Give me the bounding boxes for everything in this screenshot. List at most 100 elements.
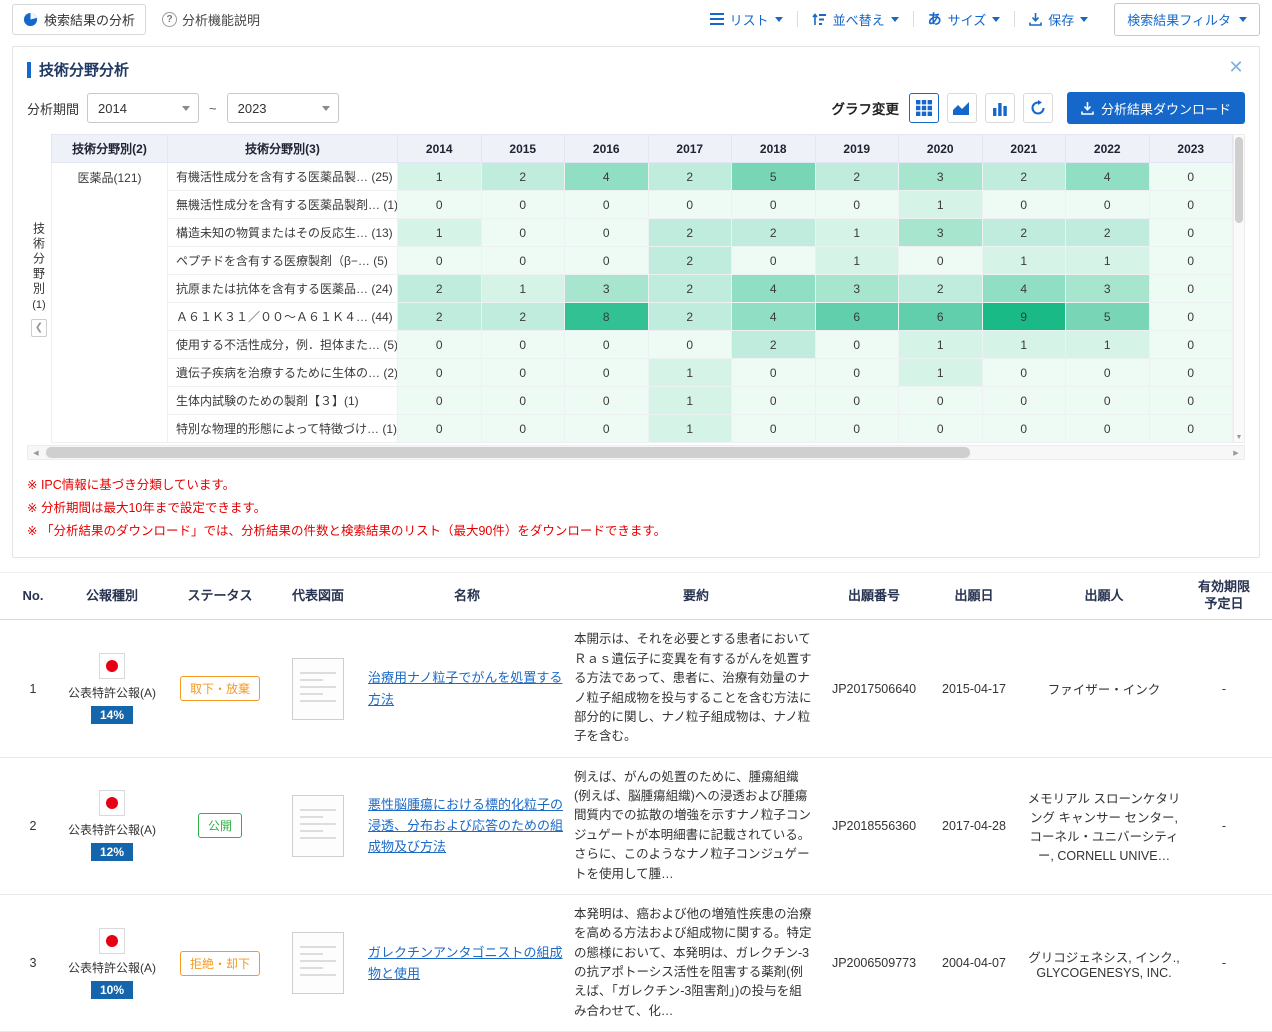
heatmap-value-cell: 2 [398, 303, 482, 331]
heatmap-value-cell: 6 [899, 303, 983, 331]
heatmap-value-cell: 0 [815, 191, 899, 219]
heatmap-row-label: ペプチドを含有する医療製剤（β−… (5) [168, 247, 398, 275]
japan-flag-icon [99, 653, 125, 679]
heatmap-col2-header: 技術分野別(2) [52, 135, 168, 163]
results-filter-button[interactable]: 検索結果フィルタ [1114, 3, 1260, 36]
heatmap-value-cell: 0 [398, 359, 482, 387]
thumbnail-line [300, 693, 323, 695]
heatmap-value-cell: 3 [815, 275, 899, 303]
sort-menu[interactable]: 並べ替え [798, 10, 913, 29]
analysis-download-button[interactable]: 分析結果ダウンロード [1067, 92, 1245, 124]
grid-icon [916, 100, 932, 116]
heatmap-value-cell: 0 [899, 415, 983, 443]
horizontal-scrollbar[interactable]: ◀ ▶ [27, 445, 1245, 460]
thumbnail-line [300, 960, 336, 962]
heatmap-value-cell: 0 [481, 415, 565, 443]
help-label: 分析機能説明 [182, 10, 260, 29]
publication-kind-label: 公表特許公報(A) [68, 821, 156, 838]
heatmap-value-cell: 0 [481, 247, 565, 275]
thumbnail-line [300, 823, 336, 825]
row-axis-number: (1) [32, 299, 45, 311]
heatmap-row-label: 遺伝子疾病を治療するために生体の… (2) [168, 359, 398, 387]
refresh-chart-button[interactable] [1023, 93, 1053, 123]
status-cell: 拒絶・却下 [168, 951, 272, 976]
figure-cell [272, 932, 364, 994]
title-link[interactable]: 悪性脳腫瘍における標的化粒子の浸透、分布および応答のための組成物及び方法 [368, 797, 563, 855]
heatmap-value-cell: 0 [398, 191, 482, 219]
representative-drawing-thumbnail[interactable] [292, 932, 344, 994]
close-icon[interactable]: ✕ [1225, 57, 1247, 79]
scroll-right-arrow-icon[interactable]: ▶ [1228, 449, 1244, 457]
heatmap-value-cell: 1 [815, 247, 899, 275]
scroll-left-arrow-icon[interactable]: ◀ [28, 449, 44, 457]
bar-chart-icon [992, 101, 1008, 116]
heatmap-value-cell: 2 [1066, 219, 1150, 247]
area-chart-button[interactable] [947, 93, 977, 123]
japan-flag-icon [99, 928, 125, 954]
horizontal-scrollbar-track[interactable] [44, 446, 1228, 459]
heatmap-value-cell: 0 [982, 359, 1066, 387]
heatmap-value-cell: 0 [1149, 163, 1233, 191]
save-label: 保存 [1048, 10, 1074, 29]
heatmap-value-cell: 2 [982, 163, 1066, 191]
table-view-button[interactable] [909, 93, 939, 123]
thumbnail-line [300, 830, 323, 832]
heatmap-value-cell: 0 [398, 247, 482, 275]
list-icon [710, 13, 724, 25]
period-from-select[interactable]: 2014 [87, 93, 199, 123]
row-axis-label: 技術分野別 [31, 222, 48, 297]
area-chart-icon [953, 101, 970, 116]
heatmap-value-cell: 0 [565, 359, 649, 387]
heatmap-value-cell: 1 [398, 163, 482, 191]
heatmap-value-cell: 0 [899, 387, 983, 415]
heatmap-value-cell: 4 [982, 275, 1066, 303]
sort-label: 並べ替え [833, 10, 885, 29]
bar-chart-button[interactable] [985, 93, 1015, 123]
heatmap-value-cell: 2 [899, 275, 983, 303]
representative-drawing-thumbnail[interactable] [292, 658, 344, 720]
title-link[interactable]: ガレクチンアンタゴニストの組成物と使用 [368, 945, 562, 981]
heatmap-row-label: 抗原または抗体を含有する医薬品… (24) [168, 275, 398, 303]
vertical-scrollbar-thumb[interactable] [1235, 137, 1243, 223]
heatmap-row-label: 特別な物理的形態によって特徴づけ… (1) [168, 415, 398, 443]
heatmap-value-cell: 0 [481, 219, 565, 247]
sort-icon [812, 13, 827, 26]
heatmap-year-header: 2021 [982, 135, 1066, 163]
heatmap-value-cell: 0 [815, 387, 899, 415]
question-icon: ? [162, 12, 177, 27]
heatmap-row: 抗原または抗体を含有する医薬品… (24)2132432430 [52, 275, 1233, 303]
heatmap-row: 遺伝子疾病を治療するために生体の… (2)0001001000 [52, 359, 1233, 387]
heatmap-row-label: 有機活性成分を含有する医薬品製… (25) [168, 163, 398, 191]
heatmap-value-cell: 1 [899, 359, 983, 387]
heatmap-value-cell: 0 [648, 191, 732, 219]
title-link[interactable]: 治療用ナノ粒子でがんを処置する方法 [368, 670, 562, 706]
help-link[interactable]: ? 分析機能説明 [162, 10, 260, 29]
size-menu[interactable]: あ サイズ [914, 9, 1015, 29]
heatmap-value-cell: 5 [732, 163, 816, 191]
collapse-axis-button[interactable]: ❮ [31, 319, 47, 337]
application-number: JP2006509773 [822, 956, 926, 970]
analysis-tab-label: 検索結果の分析 [44, 10, 135, 29]
result-no: 1 [10, 682, 56, 696]
heatmap-value-cell: 0 [815, 415, 899, 443]
period-to-select[interactable]: 2023 [227, 93, 339, 123]
status-badge: 拒絶・却下 [180, 951, 260, 976]
representative-drawing-thumbnail[interactable] [292, 795, 344, 857]
thumbnail-line [300, 809, 336, 811]
analysis-tab[interactable]: 検索結果の分析 [12, 4, 146, 35]
thumbnail-line [300, 967, 323, 969]
horizontal-scrollbar-thumb[interactable] [46, 447, 970, 458]
list-menu[interactable]: リスト [696, 10, 797, 29]
percent-badge: 10% [91, 981, 133, 999]
heatmap-year-header: 2019 [815, 135, 899, 163]
save-menu[interactable]: 保存 [1015, 10, 1102, 29]
vertical-scrollbar[interactable]: ▼ [1233, 134, 1245, 443]
result-no: 2 [10, 819, 56, 833]
scroll-down-arrow-icon[interactable]: ▼ [1234, 434, 1244, 441]
heatmap-value-cell: 0 [565, 415, 649, 443]
note-line: ※ IPC情報に基づき分類しています。 [27, 474, 1245, 497]
heatmap-row-label: 生体内試験のための製剤【３】(1) [168, 387, 398, 415]
heatmap-value-cell: 2 [815, 163, 899, 191]
results-header-cell: 名称 [364, 588, 570, 605]
download-icon [1081, 102, 1094, 115]
